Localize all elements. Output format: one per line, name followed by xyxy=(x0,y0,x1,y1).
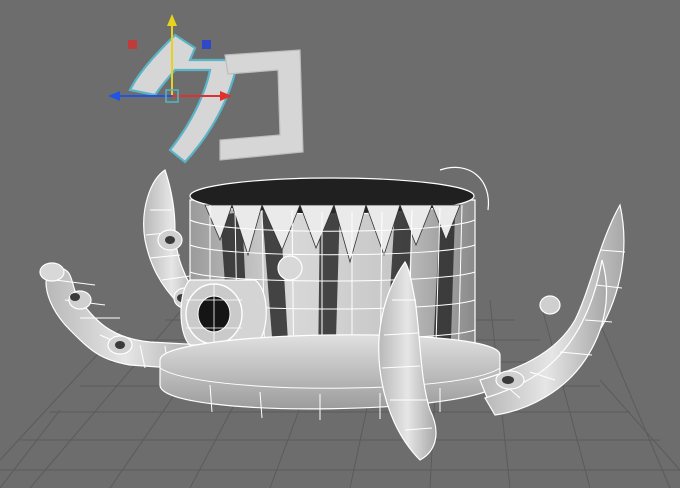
sucker-icon xyxy=(277,255,303,281)
arrow-left-icon[interactable] xyxy=(108,91,120,101)
text-object-ta[interactable]: タ xyxy=(0,0,240,164)
sucker-icon xyxy=(539,295,561,315)
sucker-icon xyxy=(39,262,65,282)
viewport-scene[interactable]: タ コ xyxy=(0,0,680,488)
plane-handle-icon[interactable] xyxy=(128,40,137,49)
plane-handle-icon[interactable] xyxy=(202,40,211,49)
arrow-up-icon[interactable] xyxy=(167,14,177,26)
pot-base-ring[interactable] xyxy=(159,334,501,420)
maya-3d-viewport[interactable]: タ コ xyxy=(0,0,680,488)
